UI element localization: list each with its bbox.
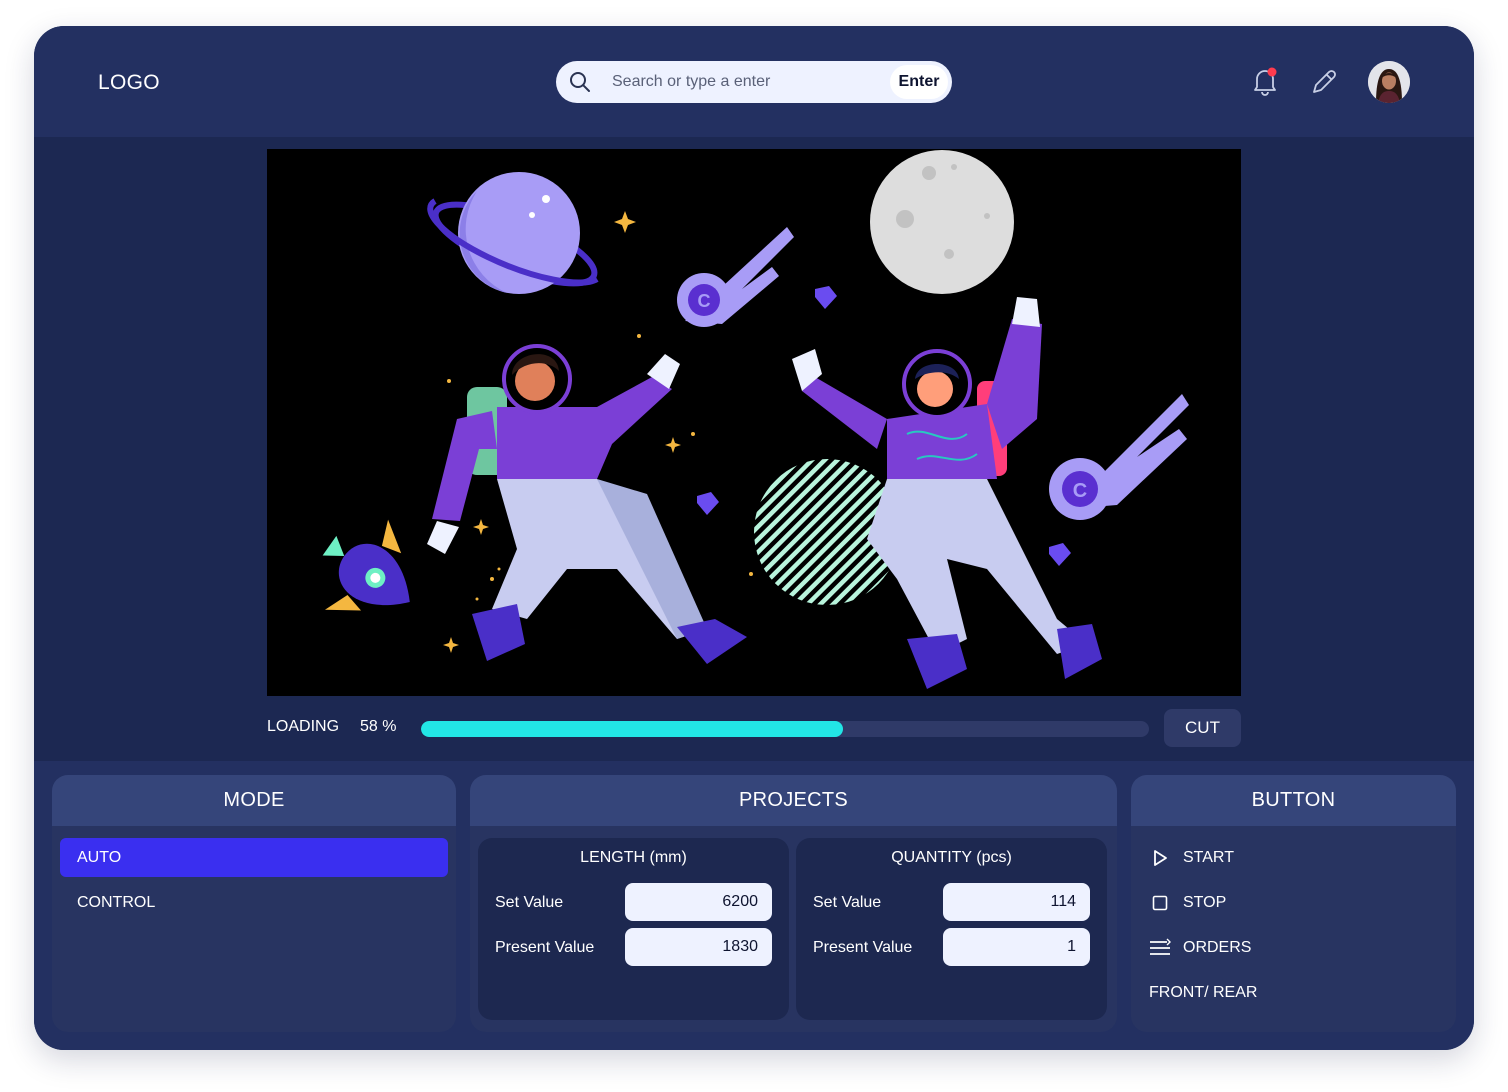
quantity-card: QUANTITY (pcs) Set Value 114 Present Val… [796, 838, 1107, 1020]
button-title: BUTTON [1131, 775, 1456, 826]
stop-label: STOP [1183, 894, 1227, 911]
astronauts-illustration: C C [322, 150, 1189, 689]
length-set-label: Set Value [495, 894, 564, 911]
mode-title: MODE [52, 775, 456, 826]
projects-title: PROJECTS [470, 775, 1117, 826]
logo: LOGO [98, 71, 160, 94]
svg-text:C: C [1073, 480, 1087, 502]
loading-percent: 58 % [360, 718, 397, 735]
length-present-value: 1830 [625, 928, 772, 966]
progress-fill [421, 721, 844, 737]
length-set-value[interactable]: 6200 [625, 883, 772, 921]
quantity-set-label: Set Value [813, 894, 882, 911]
quantity-present-label: Present Value [813, 939, 913, 956]
pencil-icon[interactable] [1310, 68, 1338, 96]
front-rear-button[interactable]: FRONT/ REAR [1149, 980, 1257, 1006]
control-area: MODE AUTO CONTROL PROJECTS LENGTH (mm) S… [34, 761, 1474, 1050]
mode-panel: MODE AUTO CONTROL [52, 775, 456, 1032]
button-panel: BUTTON START STOP ORDERS FRONT/ REAR [1131, 775, 1456, 1032]
orders-button[interactable]: ORDERS [1149, 935, 1251, 961]
avatar[interactable] [1368, 61, 1410, 103]
start-label: START [1183, 849, 1234, 866]
user-photo [1368, 61, 1410, 103]
top-bar: LOGO Enter [34, 26, 1474, 137]
quantity-title: QUANTITY (pcs) [891, 849, 1012, 866]
play-icon [1149, 847, 1171, 869]
stop-button[interactable]: STOP [1149, 890, 1226, 916]
orders-label: ORDERS [1183, 939, 1252, 956]
app-window: LOGO Enter [34, 26, 1474, 1050]
cut-button[interactable]: CUT [1164, 709, 1241, 747]
length-title: LENGTH (mm) [580, 849, 687, 866]
bell-icon[interactable] [1251, 66, 1279, 96]
quantity-present-value: 1 [943, 928, 1090, 966]
mode-item-auto[interactable]: AUTO [60, 838, 448, 877]
loading-label: LOADING [267, 718, 340, 735]
stop-icon [1149, 892, 1171, 914]
notification-dot [1267, 67, 1277, 77]
length-card: LENGTH (mm) Set Value 6200 Present Value… [478, 838, 789, 1020]
svg-text:C: C [698, 291, 711, 311]
progress-bar [421, 721, 1149, 737]
list-icon [1149, 937, 1171, 959]
projects-panel: PROJECTS LENGTH (mm) Set Value 6200 Pres… [470, 775, 1117, 1032]
quantity-set-value[interactable]: 114 [943, 883, 1090, 921]
search-input[interactable] [612, 61, 882, 103]
search-icon [570, 72, 590, 92]
front-rear-label: FRONT/ REAR [1149, 984, 1258, 1001]
length-present-label: Present Value [495, 939, 595, 956]
image-viewer: C C [267, 149, 1241, 696]
mode-item-control[interactable]: CONTROL [60, 883, 448, 922]
start-button[interactable]: START [1149, 845, 1234, 871]
search-bar: Enter [556, 61, 952, 103]
enter-button[interactable]: Enter [890, 65, 948, 99]
